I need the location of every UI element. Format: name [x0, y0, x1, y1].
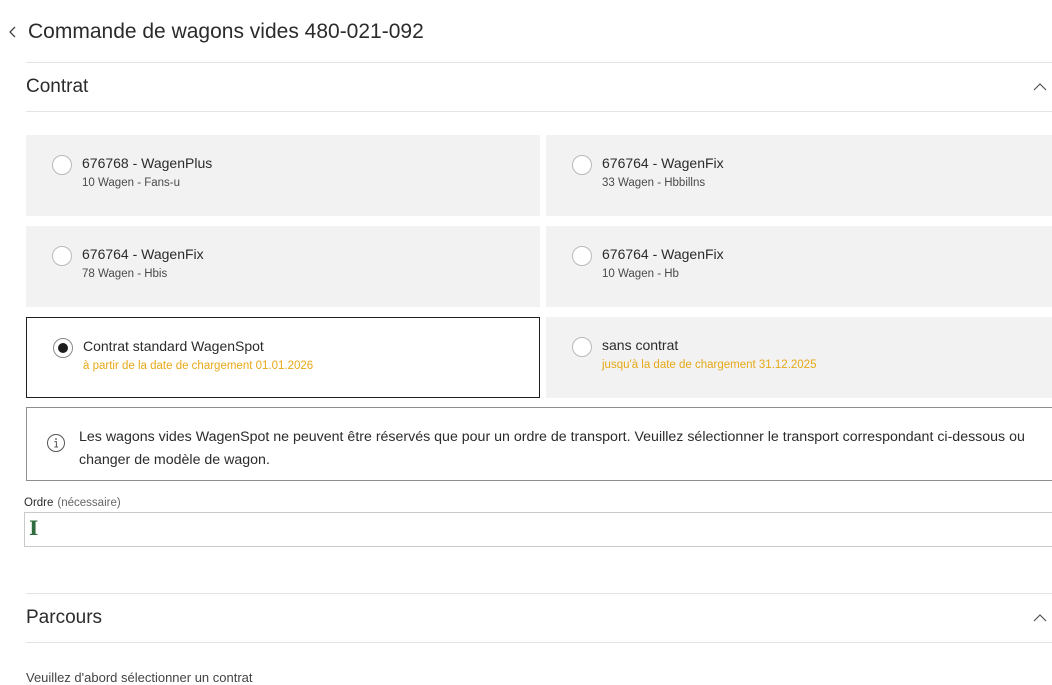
ordre-label: Ordre (nécessaire): [24, 497, 121, 509]
contract-option[interactable]: 676764 - WagenFix 10 Wagen - Hb: [546, 226, 1052, 307]
radio-button[interactable]: [572, 337, 592, 357]
radio-button[interactable]: [572, 246, 592, 266]
radio-button[interactable]: [52, 246, 72, 266]
ordre-required-hint: (nécessaire): [57, 497, 121, 509]
radio-button-checked[interactable]: [53, 338, 73, 358]
ordre-input[interactable]: [24, 512, 1052, 547]
info-icon: [47, 434, 65, 452]
ordre-label-text: Ordre: [24, 497, 54, 509]
chevron-left-icon: [9, 26, 16, 38]
section-header-contrat[interactable]: Contrat: [26, 62, 1052, 112]
radio-button[interactable]: [572, 155, 592, 175]
contract-title: 676764 - WagenFix: [602, 246, 724, 262]
contract-title: Contrat standard WagenSpot: [83, 338, 264, 354]
contract-subtitle: 10 Wagen - Hb: [602, 268, 679, 280]
section-title-contrat: Contrat: [26, 76, 89, 97]
contract-subtitle: à partir de la date de chargement 01.01.…: [83, 360, 314, 372]
contract-subtitle: 33 Wagen - Hbbillns: [602, 177, 706, 189]
contract-subtitle: 78 Wagen - Hbis: [82, 268, 168, 280]
contract-subtitle: 10 Wagen - Fans-u: [82, 177, 181, 189]
text-cursor-icon: I: [29, 516, 39, 540]
radio-button[interactable]: [52, 155, 72, 175]
chevron-up-icon[interactable]: [1032, 79, 1048, 95]
chevron-up-icon[interactable]: [1032, 610, 1048, 626]
page-title: Commande de wagons vides 480-021-092: [28, 20, 424, 43]
contract-title: 676768 - WagenPlus: [82, 155, 213, 171]
info-text: Les wagons vides WagenSpot ne peuvent êt…: [79, 429, 1025, 468]
contract-option[interactable]: sans contrat jusqu'à la date de chargeme…: [546, 317, 1052, 398]
contract-title: sans contrat: [602, 337, 679, 353]
page-header: Commande de wagons vides 480-021-092: [8, 16, 424, 48]
contract-option[interactable]: 676764 - WagenFix 33 Wagen - Hbbillns: [546, 135, 1052, 216]
contract-subtitle: jusqu'à la date de chargement 31.12.2025: [602, 359, 817, 371]
section-title-parcours: Parcours: [26, 607, 103, 628]
page: Commande de wagons vides 480-021-092 Con…: [0, 0, 1052, 685]
contract-option[interactable]: 676768 - WagenPlus 10 Wagen - Fans-u: [26, 135, 540, 216]
contract-title: 676764 - WagenFix: [602, 155, 724, 171]
info-box: Les wagons vides WagenSpot ne peuvent êt…: [26, 407, 1052, 481]
contract-option-selected[interactable]: Contrat standard WagenSpot à partir de l…: [26, 317, 540, 398]
contract-title: 676764 - WagenFix: [82, 246, 204, 262]
section-header-parcours[interactable]: Parcours: [26, 593, 1052, 643]
parcours-hint: Veuillez d'abord sélectionner un contrat: [26, 670, 253, 685]
back-button[interactable]: [8, 21, 26, 43]
contract-option[interactable]: 676764 - WagenFix 78 Wagen - Hbis: [26, 226, 540, 307]
